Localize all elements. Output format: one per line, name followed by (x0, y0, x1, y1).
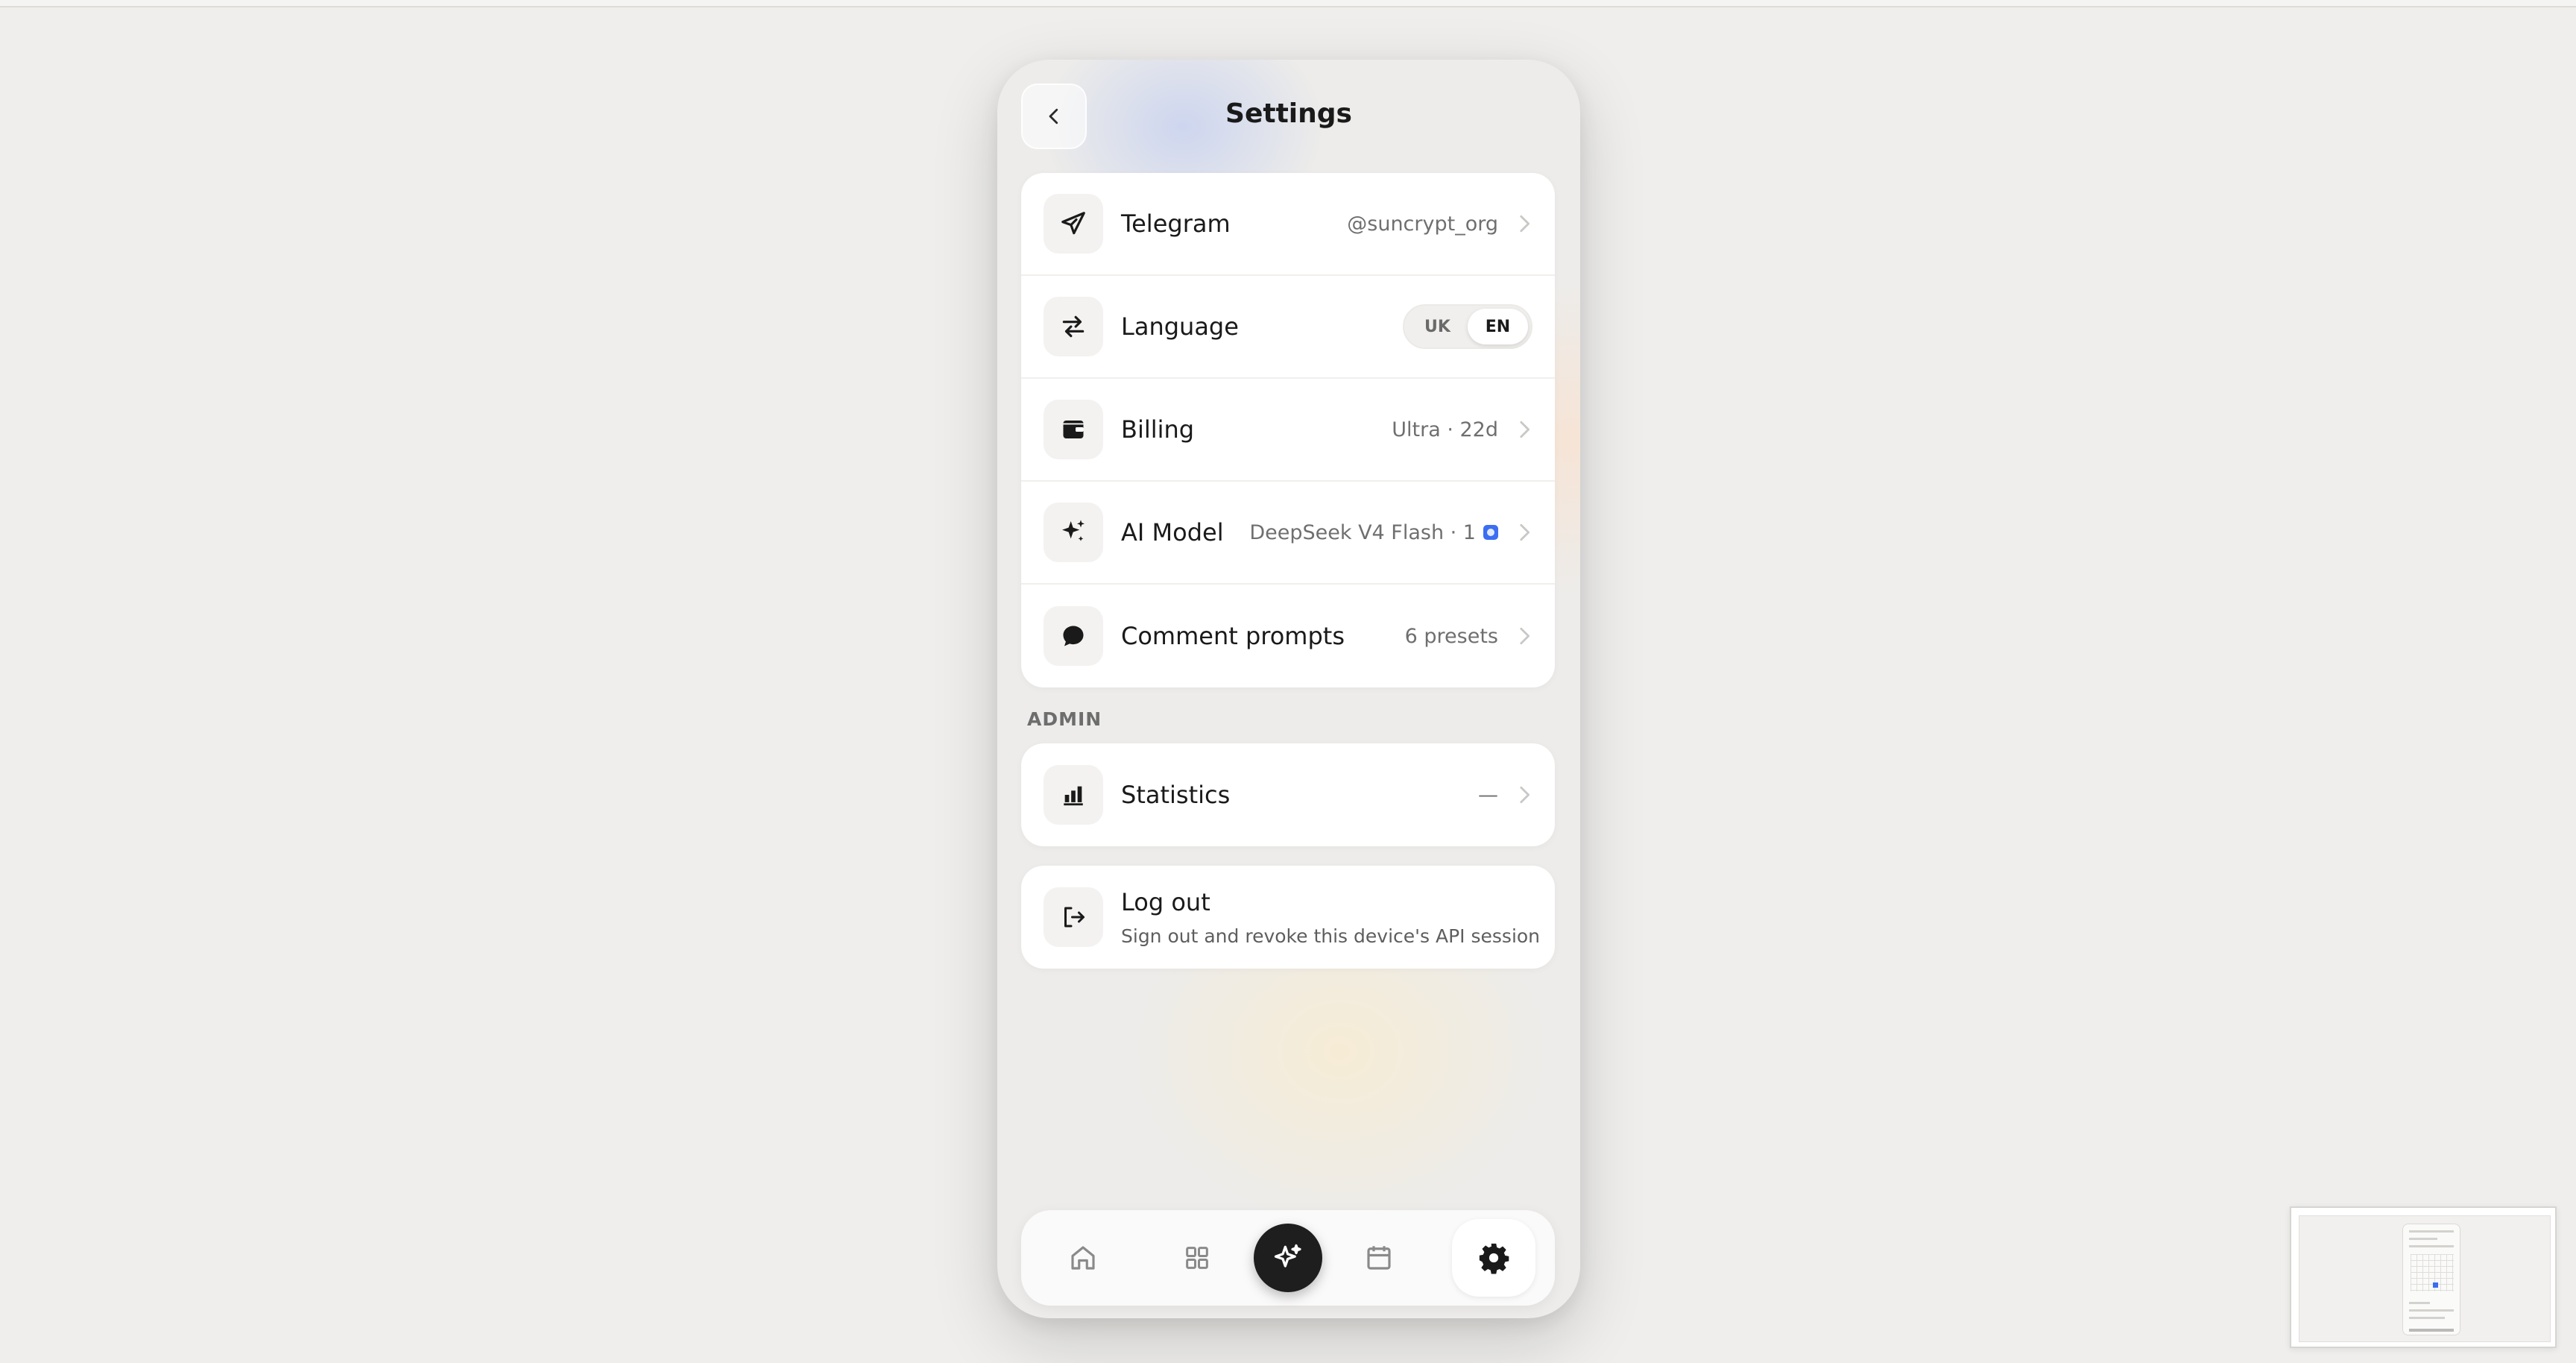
logout-icon-box (1044, 887, 1103, 947)
billing-label: Billing (1121, 415, 1195, 444)
chat-bubble-icon (1063, 626, 1084, 646)
ai-model-value: DeepSeek V4 Flash · 1 (1249, 520, 1476, 544)
minimap-line (2409, 1302, 2430, 1304)
statistics-row[interactable]: Statistics — (1021, 743, 1555, 846)
language-option-uk[interactable]: UK (1407, 309, 1468, 344)
chevron-right-icon (1518, 521, 1532, 544)
gear-icon (1479, 1243, 1509, 1274)
page-title: Settings (1225, 98, 1352, 129)
minimap-preview[interactable] (2290, 1206, 2557, 1348)
sparkle-icon (1274, 1244, 1301, 1268)
logout-subtitle: Sign out and revoke this device's API se… (1121, 925, 1541, 947)
comment-prompts-icon-box (1044, 606, 1103, 666)
minimap-line (2409, 1230, 2454, 1233)
logout-row[interactable]: Log out Sign out and revoke this device'… (1021, 866, 1555, 969)
phone-frame: Settings Telegram @suncrypt_org Language… (997, 60, 1580, 1318)
model-badge-icon (1483, 525, 1498, 540)
billing-row[interactable]: Billing Ultra · 22d (1021, 379, 1555, 482)
ai-model-label: AI Model (1121, 518, 1224, 547)
comment-prompts-row[interactable]: Comment prompts 6 presets (1021, 585, 1555, 687)
chevron-right-icon (1518, 418, 1532, 441)
minimap-calendar-grid (2411, 1254, 2454, 1291)
bottom-tab-bar (1021, 1210, 1555, 1306)
telegram-value: @suncrypt_org (1347, 212, 1498, 236)
chevron-right-icon (1518, 213, 1532, 235)
comment-prompts-label: Comment prompts (1121, 622, 1345, 650)
telegram-row[interactable]: Telegram @suncrypt_org (1021, 173, 1555, 276)
minimap-canvas (2299, 1215, 2551, 1342)
minimap-line (2409, 1309, 2454, 1312)
tab-dashboard[interactable] (1163, 1224, 1231, 1292)
minimap-phone-thumbnail (2402, 1224, 2460, 1335)
ai-model-icon-box (1044, 503, 1103, 562)
billing-value: Ultra · 22d (1392, 418, 1498, 441)
chevron-right-icon (1518, 784, 1532, 806)
grid-icon (1186, 1247, 1208, 1269)
language-label: Language (1121, 312, 1239, 341)
admin-card: Statistics — (1021, 743, 1555, 846)
chevron-right-icon (1518, 625, 1532, 647)
ai-model-value-wrap: DeepSeek V4 Flash · 1 (1249, 521, 1498, 544)
statistics-label: Statistics (1121, 781, 1231, 809)
calendar-icon (1367, 1246, 1391, 1270)
minimap-tabbar (2409, 1329, 2454, 1332)
language-toggle[interactable]: UK EN (1403, 304, 1532, 349)
logout-title: Log out (1121, 887, 1210, 916)
minimap-line (2409, 1245, 2454, 1247)
wallet-icon (1063, 421, 1084, 438)
sparkle-icon (1062, 520, 1085, 541)
language-option-en[interactable]: EN (1468, 309, 1528, 344)
language-icon-box (1044, 297, 1103, 356)
telegram-label: Telegram (1121, 210, 1231, 238)
tab-calendar[interactable] (1345, 1224, 1413, 1292)
admin-section-label: ADMIN (1027, 708, 1102, 730)
logout-icon (1064, 907, 1085, 928)
billing-icon-box (1044, 400, 1103, 459)
browser-top-edge (0, 0, 2576, 7)
send-icon (1061, 212, 1085, 235)
comment-prompts-value: 6 presets (1404, 624, 1498, 648)
home-icon (1071, 1246, 1095, 1270)
telegram-icon-box (1044, 194, 1103, 254)
logout-card: Log out Sign out and revoke this device'… (1021, 866, 1555, 969)
statistics-icon-box (1044, 765, 1103, 825)
tab-ai[interactable] (1254, 1224, 1322, 1292)
minimap-line (2409, 1238, 2437, 1240)
tab-home[interactable] (1049, 1224, 1117, 1292)
logout-text: Log out Sign out and revoke this device'… (1121, 888, 1540, 947)
statistics-value: — (1478, 783, 1498, 807)
ai-model-row[interactable]: AI Model DeepSeek V4 Flash · 1 (1021, 482, 1555, 585)
tab-settings[interactable] (1452, 1219, 1535, 1297)
swap-arrows-icon (1062, 315, 1085, 338)
settings-card: Telegram @suncrypt_org Language UK EN Bi… (1021, 173, 1555, 687)
language-row: Language UK EN (1021, 276, 1555, 379)
bar-chart-icon (1064, 786, 1083, 806)
minimap-selected-day (2433, 1282, 2438, 1288)
minimap-line (2409, 1317, 2445, 1319)
